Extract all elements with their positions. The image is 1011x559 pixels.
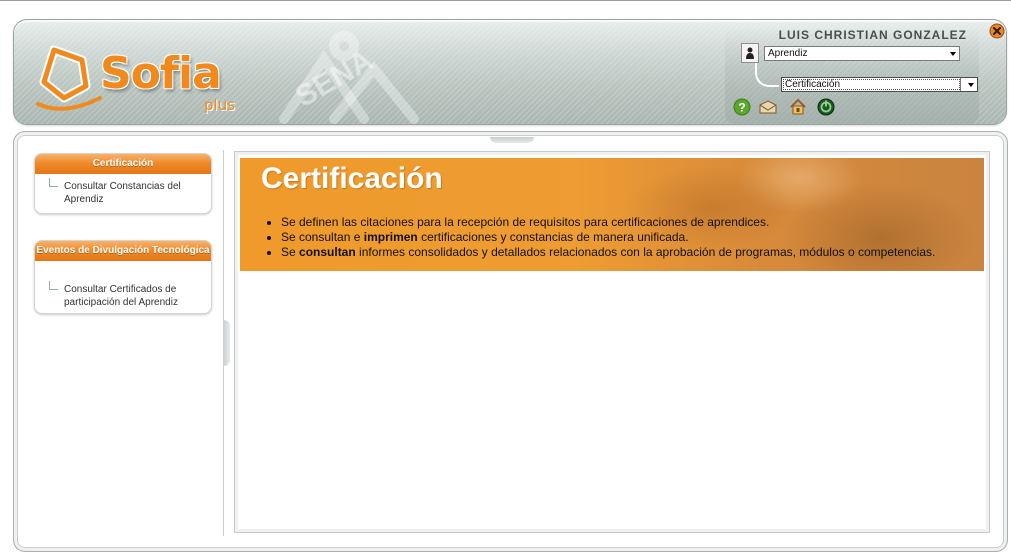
module-description-list: Se definen las citaciones para la recepc… (268, 215, 935, 260)
person-silhouette-icon (746, 47, 754, 59)
menu-item-consultar-constancias[interactable]: Consultar Constancias del Aprendiz (35, 174, 211, 206)
menu-item-label: Consultar Constancias del Aprendiz (64, 181, 181, 205)
select-connector (755, 63, 779, 87)
tree-elbow-icon (49, 281, 58, 290)
menu-section-title: Eventos de Divulgación Tecnológica (35, 241, 211, 261)
user-profile-icon (741, 43, 759, 63)
logo-mark-icon (36, 45, 102, 111)
window-top-border (0, 0, 1011, 1)
module-select-button[interactable] (960, 78, 977, 91)
svg-text:?: ? (738, 101, 745, 115)
tree-elbow-icon (49, 178, 58, 187)
list-item: Se definen las citaciones para la recepc… (281, 215, 935, 230)
user-name: LUIS CHRISTIAN GONZALEZ (778, 28, 967, 42)
lock-icon[interactable] (789, 98, 807, 116)
module-select[interactable]: Certificación (781, 77, 978, 92)
collapse-sidebar-handle[interactable] (223, 320, 230, 366)
menu-section-eventos: Eventos de Divulgación Tecnológica Consu… (34, 240, 212, 314)
logo-word: Sofia (100, 48, 222, 99)
help-icon[interactable]: ? (733, 98, 751, 116)
close-icon[interactable] (989, 23, 1005, 39)
app-header: SENA Sofia plus LUIS CHRISTIAN GONZALEZ … (13, 19, 1007, 125)
exit-icon[interactable] (817, 98, 835, 116)
chevron-down-icon (968, 83, 974, 87)
sofia-plus-logo[interactable]: Sofia plus (34, 38, 249, 116)
collapse-header-handle[interactable] (490, 137, 534, 143)
sena-watermark: SENA (279, 31, 419, 124)
menu-section-certificacion: Certificación Consultar Constancias del … (34, 153, 212, 214)
user-panel: LUIS CHRISTIAN GONZALEZ Aprendiz Certifi… (725, 28, 979, 124)
menu-item-label: Consultar Certificados de participación … (64, 284, 178, 308)
module-banner: Certificación Se definen las citaciones … (240, 158, 984, 271)
role-select-value: Aprendiz (768, 48, 808, 59)
page-title: Certificación (261, 162, 443, 195)
menu-section-title: Certificación (35, 154, 211, 174)
list-item: Se consultan informes consolidados y det… (281, 245, 935, 260)
list-item: Se consultan e imprimen certificaciones … (281, 230, 935, 245)
role-select[interactable]: Aprendiz (764, 46, 960, 61)
logo-sub: plus (204, 96, 236, 114)
menu-item-consultar-certificados[interactable]: Consultar Certificados de participación … (35, 261, 211, 309)
mail-icon[interactable] (759, 98, 777, 116)
chevron-down-icon (950, 52, 956, 56)
module-select-value: Certificación (785, 79, 841, 90)
